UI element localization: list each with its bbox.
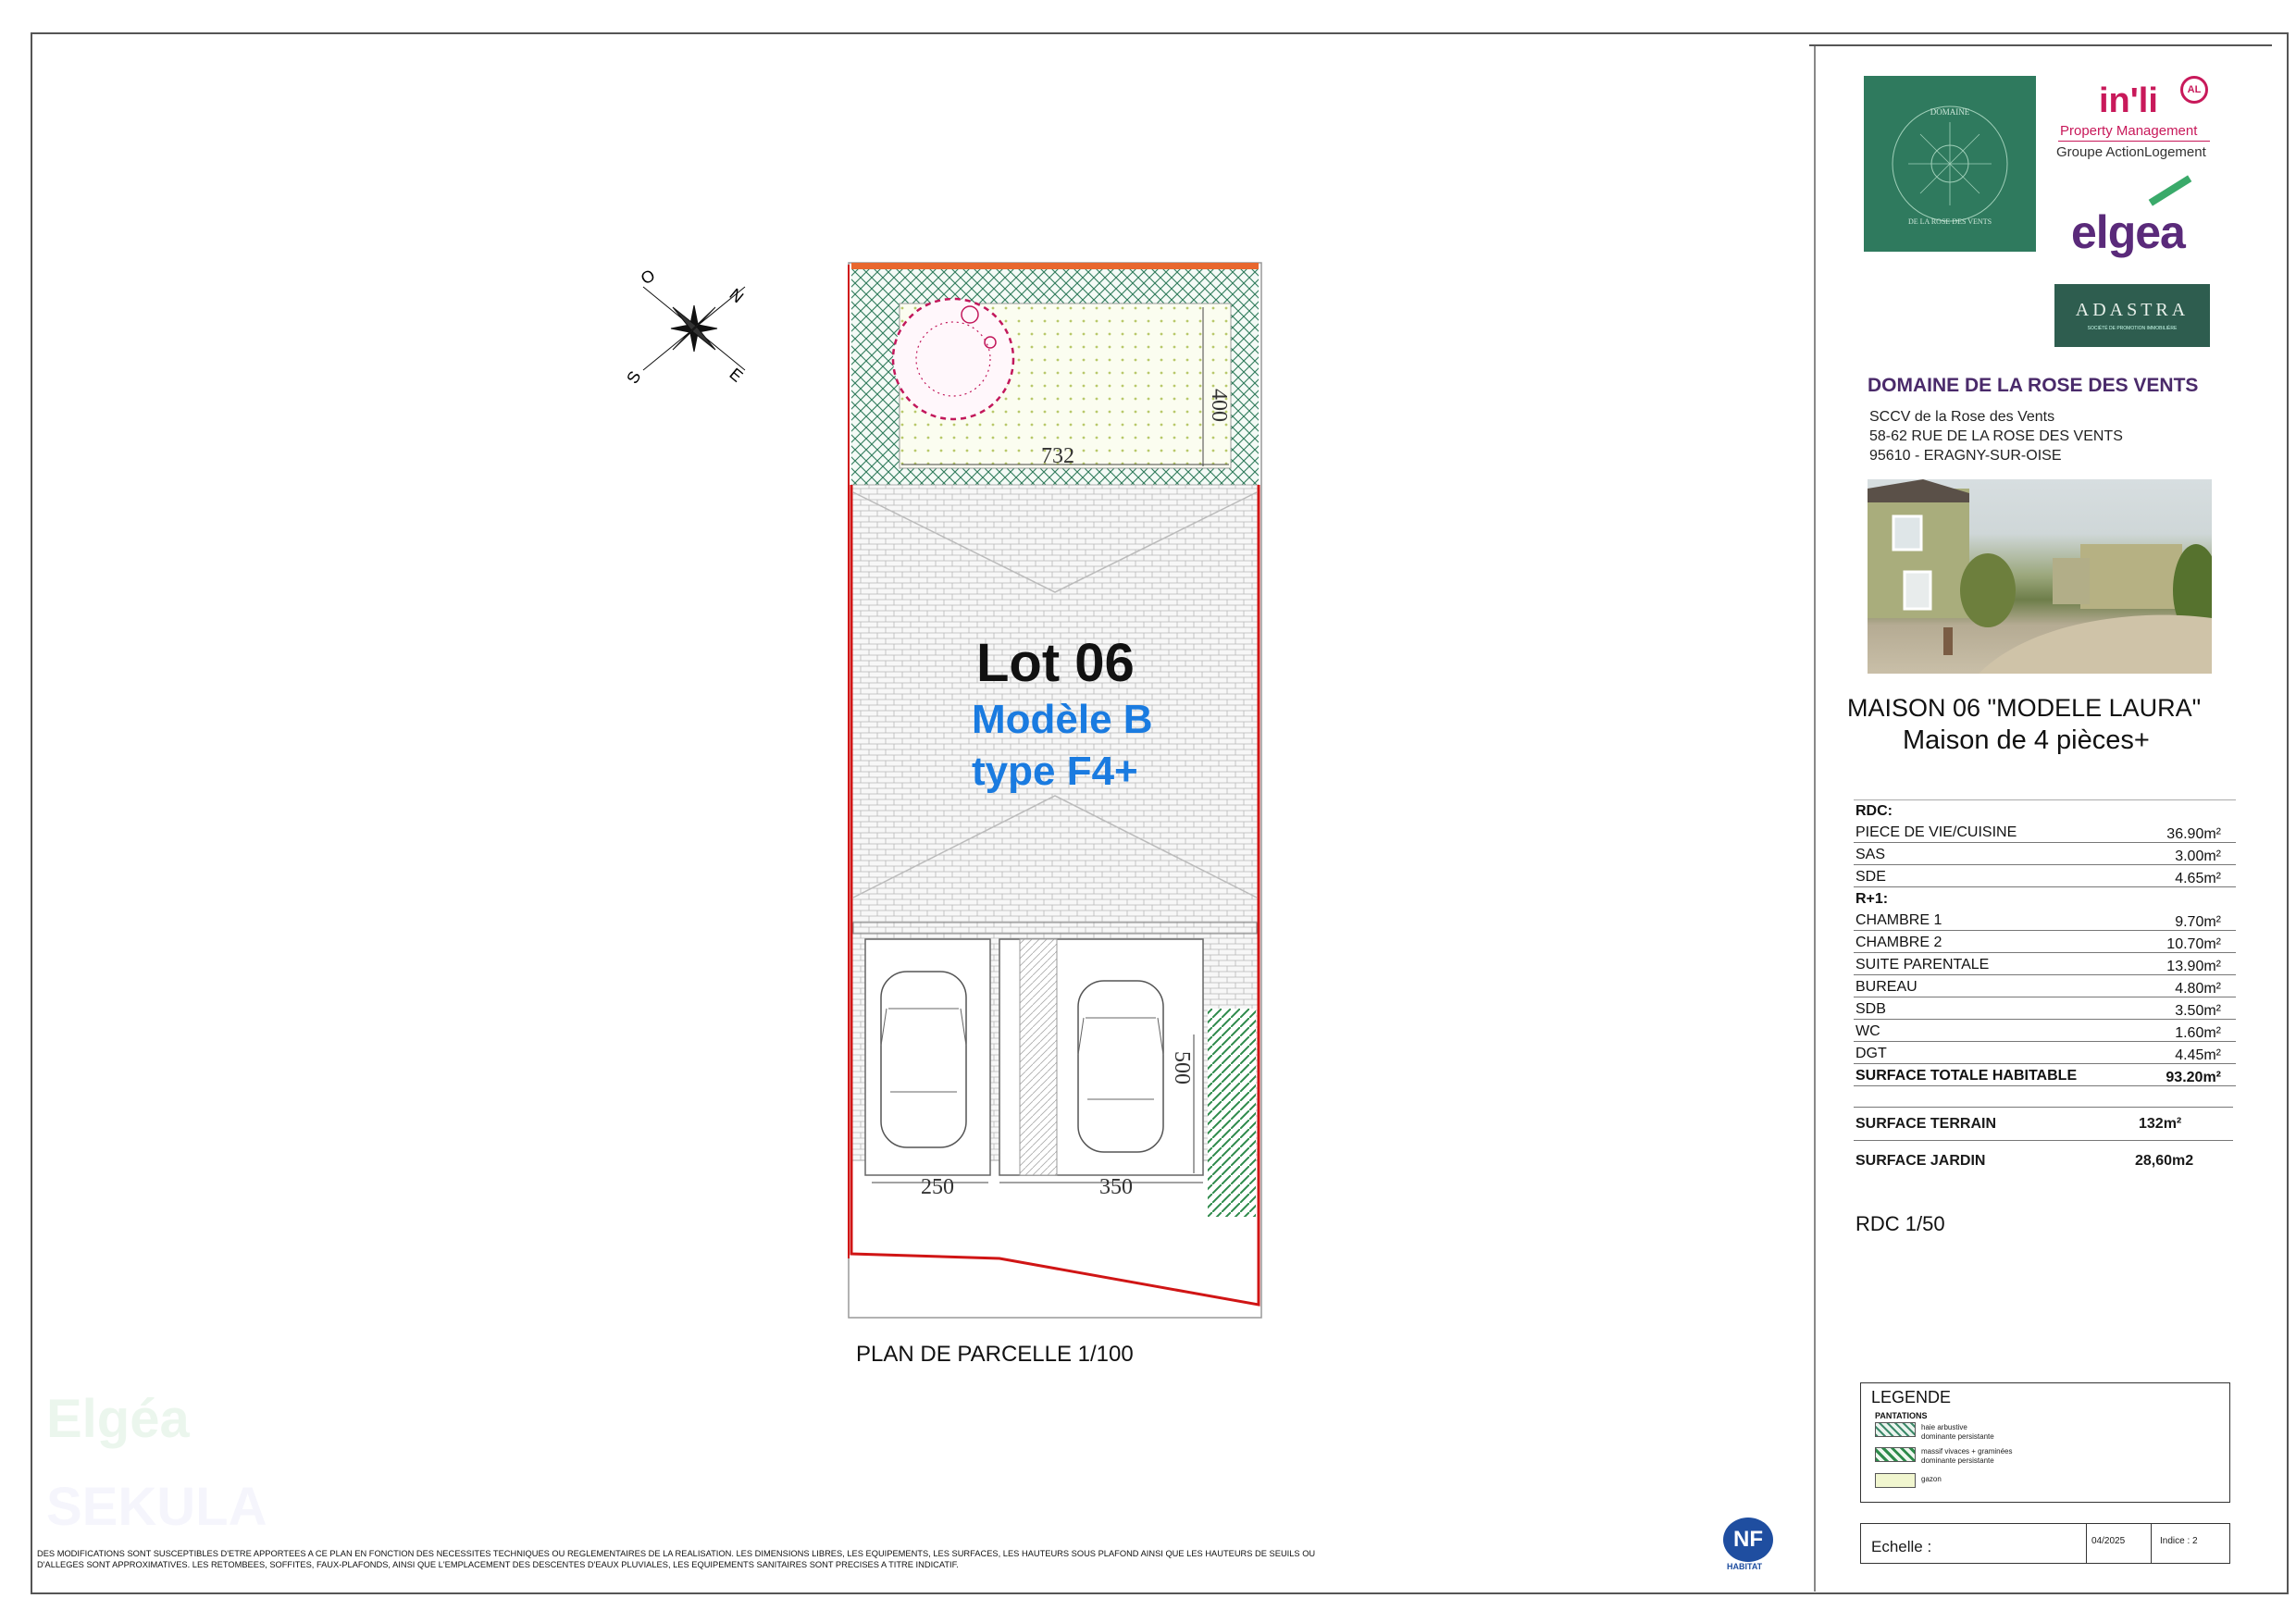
parcel-plan: 732 400 250 350 500	[848, 262, 1262, 1319]
lot-model-line2: type F4+	[972, 749, 1138, 794]
table-row: SDE 4.65m²	[1854, 865, 2236, 887]
table-row-rdc-label: RDC:	[1855, 803, 1893, 819]
project-title: DOMAINE DE LA ROSE DES VENTS	[1868, 375, 2199, 396]
elgea-logo-text: elgea	[2071, 206, 2186, 258]
table-row-total: SURFACE TOTALE HABITABLE 93.20m²	[1854, 1064, 2236, 1086]
house-render-photo	[1868, 479, 2212, 674]
surface-jardin: SURFACE JARDIN 28,60m2	[1855, 1153, 2226, 1170]
dim-garden-depth: 400	[1207, 389, 1231, 422]
inli-group: Groupe ActionLogement	[2056, 144, 2206, 160]
table-row: SUITE PARENTALE 13.90m²	[1854, 953, 2236, 975]
table-row: CHAMBRE 2 10.70m²	[1854, 931, 2236, 953]
legend-swatch-massif	[1875, 1447, 1916, 1462]
sunburst-icon: DOMAINE DE LA ROSE DES VENTS	[1892, 105, 2008, 226]
rose-ring-bottom: DE LA ROSE DES VENTS	[1908, 217, 1992, 226]
project-address: SCCV de la Rose des Vents 58-62 RUE DE L…	[1869, 407, 2123, 465]
jardin-value: 28,60m2	[2135, 1153, 2194, 1169]
lot-model: Modèle B type F4+	[972, 694, 1153, 798]
table-row: BUREAU 4.80m²	[1854, 975, 2236, 997]
table-row: PIECE DE VIE/CUISINE 36.90m²	[1854, 821, 2236, 843]
surface-terrain: SURFACE TERRAIN 132m²	[1855, 1116, 2226, 1133]
adastra-sub: SOCIÉTÉ DE PROMOTION IMMOBILIÈRE	[2087, 326, 2178, 331]
address-line3: 95610 - ERAGNY-SUR-OISE	[1869, 448, 2062, 464]
echelle-label: Echelle :	[1871, 1538, 1932, 1555]
domaine-rose-logo: DOMAINE DE LA ROSE DES VENTS	[1864, 76, 2036, 252]
table-row: DGT 4.45m²	[1854, 1042, 2236, 1064]
lot-model-line1: Modèle B	[972, 697, 1153, 742]
house-name: MAISON 06 "MODELE LAURA"	[1847, 694, 2202, 722]
disclaimer-text: DES MODIFICATIONS SONT SUSCEPTIBLES D'ET…	[37, 1549, 1316, 1569]
table-row: SAS 3.00m²	[1854, 843, 2236, 865]
inli-property-management: Property Management	[2060, 123, 2198, 139]
legend-item-massif: massif vivaces + graminées dominante pers…	[1921, 1447, 2013, 1465]
dim-parking-right: 350	[1099, 1175, 1133, 1199]
watermark-sekula: SEKULA	[46, 1477, 267, 1537]
plan-scale: RDC 1/50	[1855, 1212, 1945, 1235]
inli-logo-text: in'li	[2099, 81, 2158, 120]
jardin-label: SURFACE JARDIN	[1855, 1153, 1986, 1169]
nf-habitat-sub: HABITAT	[1727, 1562, 1763, 1571]
surface-table: RDC: PIECE DE VIE/CUISINE 36.90m² SAS 3.00…	[1854, 799, 2236, 1086]
echelle-indice: Indice : 2	[2160, 1536, 2198, 1546]
nf-habitat-logo: NF	[1723, 1518, 1773, 1562]
legend-swatch-hedge	[1875, 1422, 1916, 1437]
table-row: SDB 3.50m²	[1854, 997, 2236, 1020]
adastra-logo: ADASTRA	[2054, 284, 2210, 347]
echelle-divider	[2151, 1523, 2152, 1564]
legend-item-lawn: gazon	[1921, 1475, 1942, 1483]
panel-divider	[1814, 46, 1816, 1592]
watermark-elgea: Elgéa	[46, 1389, 190, 1449]
house-subtitle: Maison de 4 pièces+	[1903, 725, 2150, 755]
address-line1: SCCV de la Rose des Vents	[1869, 409, 2055, 425]
lot-title: Lot 06	[976, 633, 1135, 693]
table-row: CHAMBRE 1 9.70m²	[1854, 909, 2236, 931]
legend-item-hedge: haie arbustive dominante persistante	[1921, 1423, 1994, 1441]
inli-underline	[2058, 141, 2210, 142]
legend-swatch-lawn	[1875, 1473, 1916, 1488]
terrain-bottom-line	[1854, 1140, 2233, 1141]
echelle-divider	[2086, 1523, 2087, 1564]
terrain-top-line	[1854, 1107, 2233, 1108]
inli-badge: AL	[2180, 76, 2208, 104]
table-row-r1-label: R+1:	[1855, 891, 1889, 907]
terrain-value: 132m²	[2139, 1116, 2182, 1132]
panel-top-line	[1809, 44, 2272, 46]
terrain-label: SURFACE TERRAIN	[1855, 1116, 1997, 1132]
table-row: WC 1.60m²	[1854, 1020, 2236, 1042]
echelle-date: 04/2025	[2091, 1536, 2126, 1546]
dim-parking-left: 250	[921, 1175, 954, 1199]
dim-parking-depth: 500	[1170, 1051, 1194, 1084]
dim-garden-width: 732	[1041, 444, 1074, 468]
legend-section: PANTATIONS	[1875, 1411, 1928, 1420]
rose-ring-top: DOMAINE	[1930, 107, 1970, 117]
address-line2: 58-62 RUE DE LA ROSE DES VENTS	[1869, 428, 2123, 444]
legend-title: LEGENDE	[1871, 1388, 1952, 1406]
plan-caption: PLAN DE PARCELLE 1/100	[856, 1342, 1134, 1367]
